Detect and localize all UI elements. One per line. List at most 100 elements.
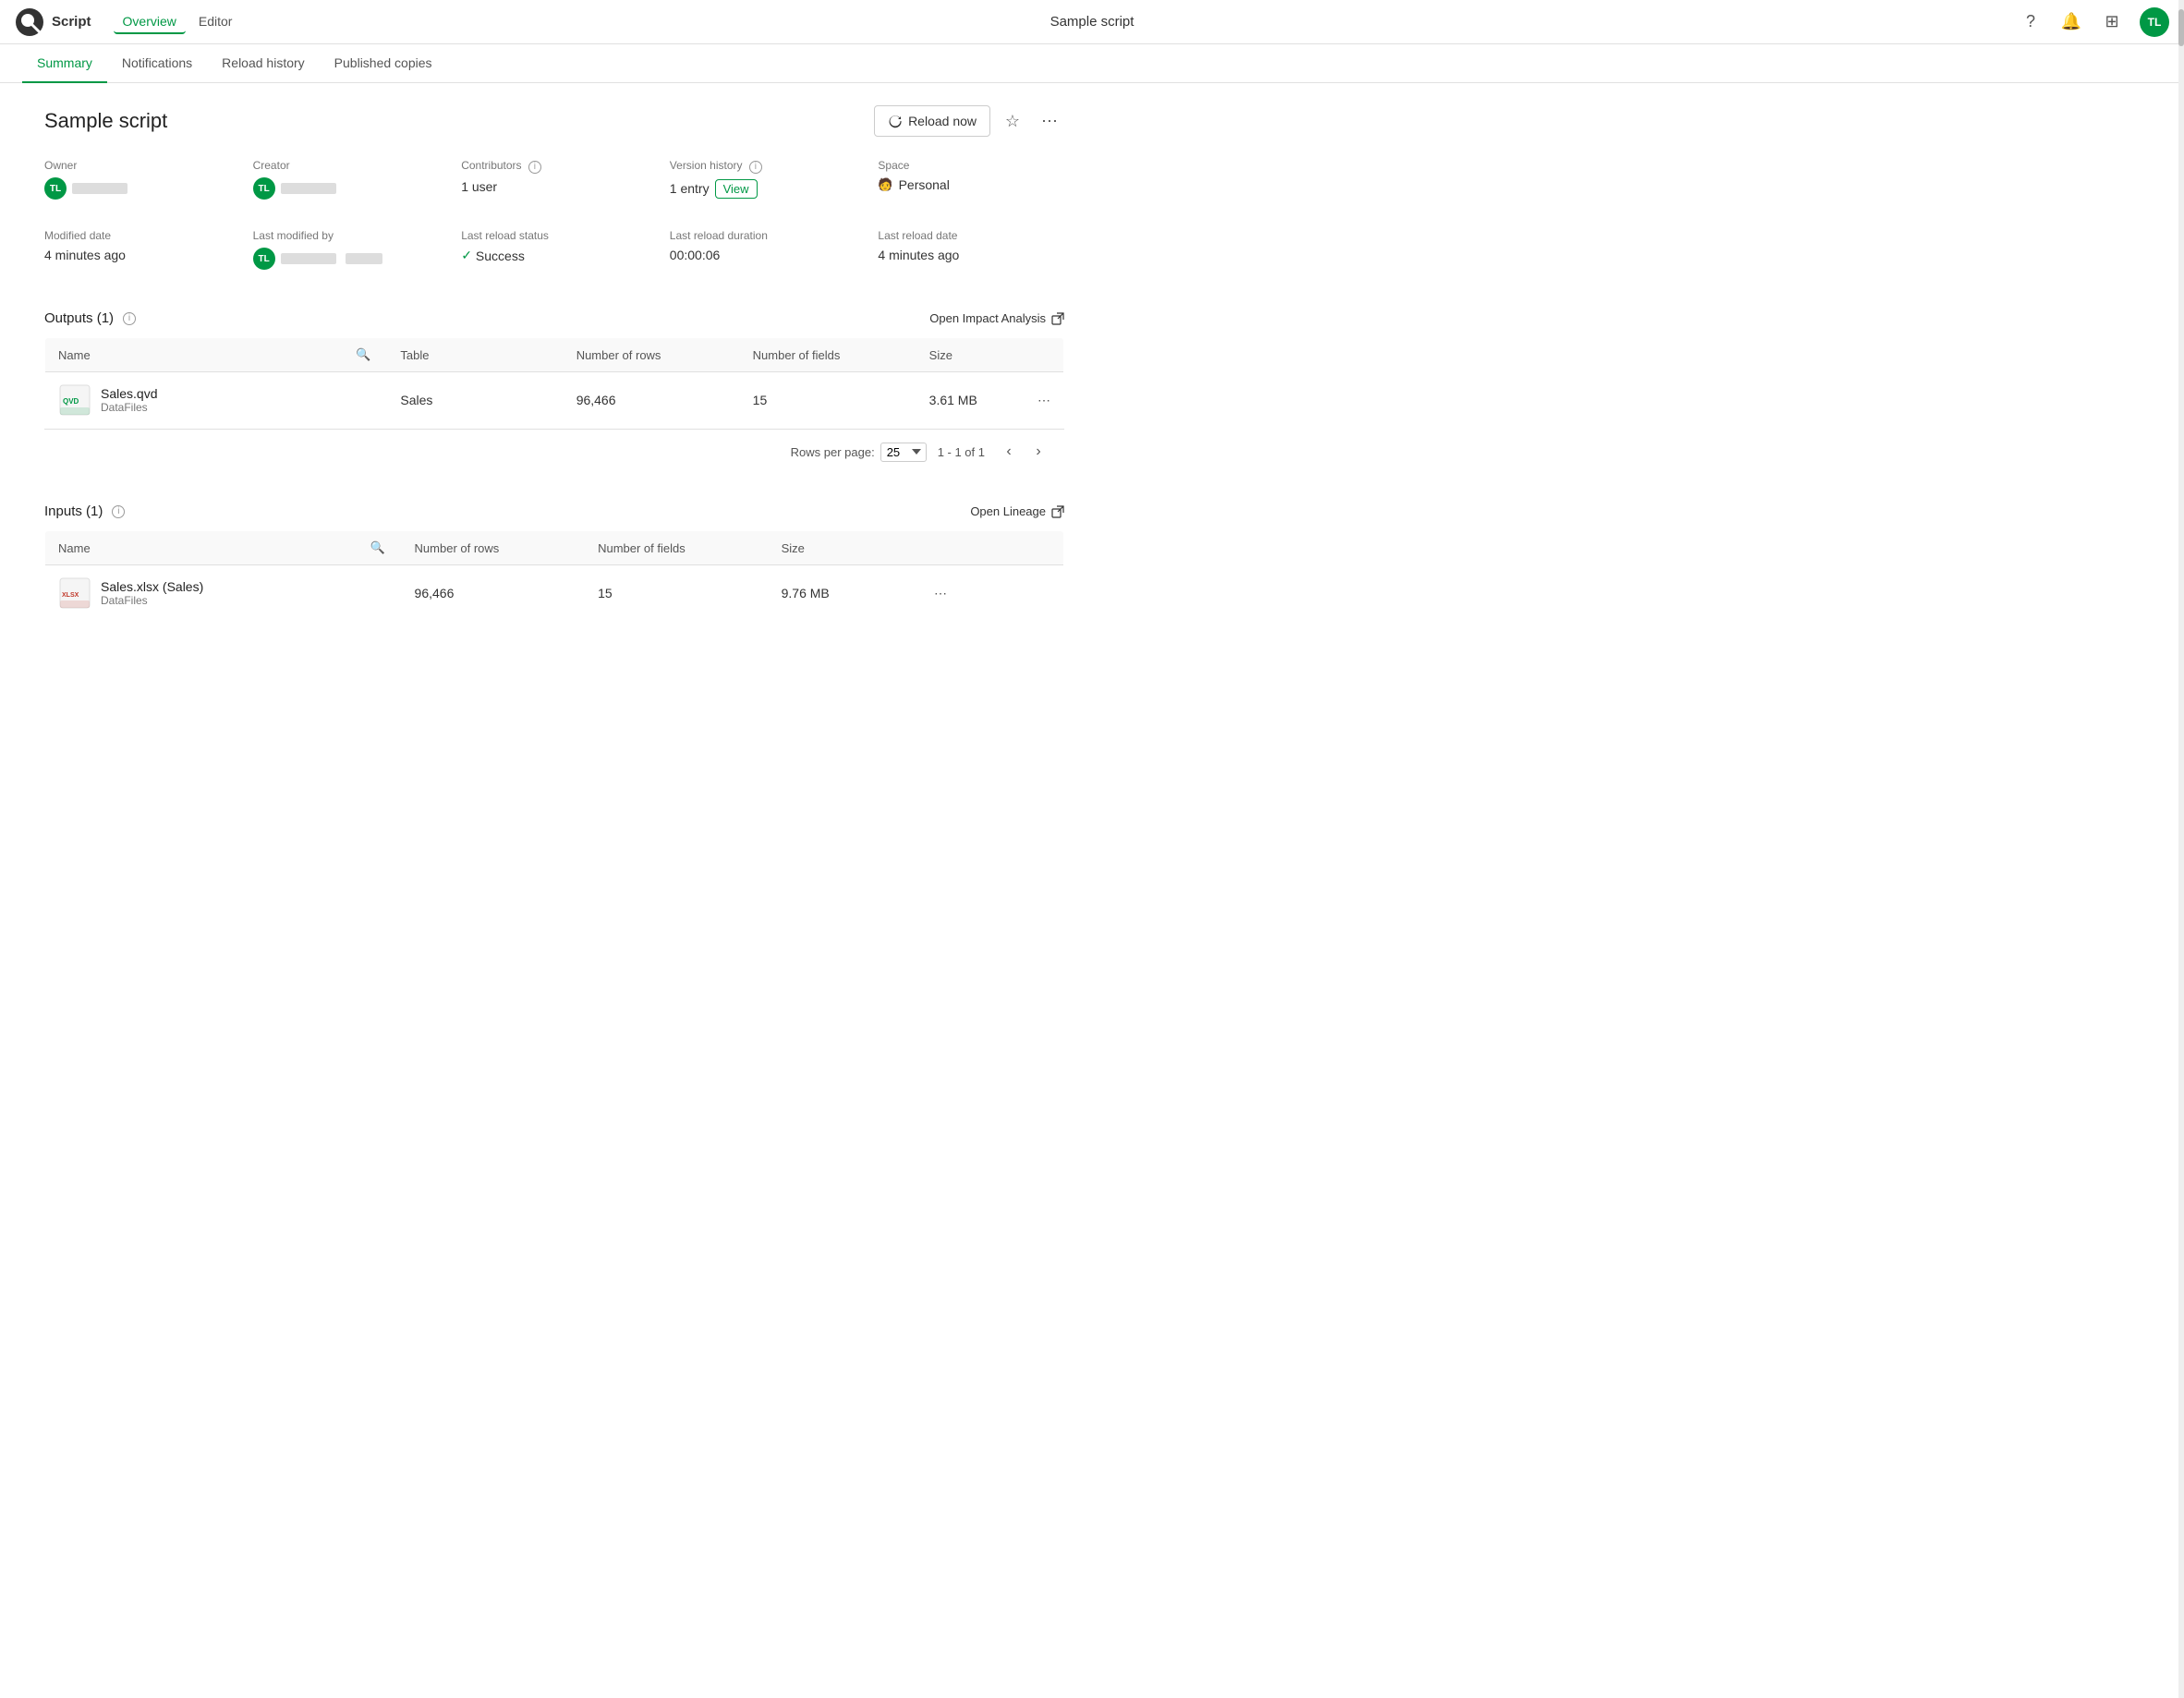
open-impact-analysis-button[interactable]: Open Impact Analysis	[929, 311, 1064, 325]
modifier-name-blurred	[281, 253, 336, 264]
output-file-location: DataFiles	[101, 401, 157, 414]
outputs-pagination: Rows per page: 25 50 100 1 - 1 of 1 ‹ ›	[44, 429, 1064, 474]
outputs-col-table: Table	[387, 338, 563, 372]
reload-now-button[interactable]: Reload now	[874, 105, 990, 137]
main-content: Sample script Reload now ☆ ⋯ Owner TL Cr…	[0, 83, 1109, 644]
page-title: Sample script	[44, 109, 167, 133]
pagination-arrows: ‹ ›	[996, 439, 1051, 465]
rows-per-page-select[interactable]: 25 50 100	[880, 443, 927, 462]
outputs-col-name: Name 🔍	[45, 338, 388, 372]
nav-editor[interactable]: Editor	[189, 10, 242, 34]
tab-notifications[interactable]: Notifications	[107, 44, 207, 83]
reload-now-label: Reload now	[908, 114, 977, 128]
metadata-row2: Modified date 4 minutes ago Last modifie…	[44, 229, 1064, 270]
owner-value: TL	[44, 177, 231, 200]
version-history-info-icon[interactable]: i	[749, 161, 762, 174]
reload-duration-value: 00:00:06	[670, 248, 856, 262]
outputs-section: Outputs (1) i Open Impact Analysis Name	[44, 310, 1064, 474]
input-file-name: Sales.xlsx (Sales)	[101, 579, 203, 594]
output-row-rows-cell: 96,466	[564, 372, 740, 429]
star-button[interactable]: ☆	[998, 106, 1027, 136]
last-reload-date-value: 4 minutes ago	[878, 248, 1064, 262]
tab-summary[interactable]: Summary	[22, 44, 107, 83]
version-history-field: Version history i 1 entry View	[670, 159, 856, 200]
output-file-name: Sales.qvd	[101, 386, 157, 401]
outputs-name-search-icon[interactable]: 🔍	[356, 347, 374, 362]
inputs-col-name: Name 🔍	[45, 531, 402, 565]
space-value: 🧑 Personal	[878, 177, 1064, 192]
nav-overview[interactable]: Overview	[114, 10, 186, 34]
modified-date-field: Modified date 4 minutes ago	[44, 229, 231, 270]
page-header: Sample script Reload now ☆ ⋯	[44, 105, 1064, 137]
more-options-button[interactable]: ⋯	[1035, 106, 1064, 136]
contributors-value: 1 user	[461, 179, 648, 194]
reload-duration-label: Last reload duration	[670, 229, 856, 242]
outputs-col-fields: Number of fields	[740, 338, 916, 372]
inputs-col-size: Size	[769, 531, 921, 565]
outputs-col-actions	[1025, 338, 1064, 372]
inputs-section-header: Inputs (1) i Open Lineage	[44, 503, 1064, 519]
input-row-more-icon[interactable]: ⋯	[934, 586, 947, 600]
scrollbar[interactable]	[2178, 0, 2184, 1698]
version-history-view-link[interactable]: View	[715, 179, 758, 199]
output-row-more-icon[interactable]: ⋯	[1037, 393, 1050, 407]
scroll-thumb[interactable]	[2178, 9, 2184, 46]
rows-per-page-control: Rows per page: 25 50 100	[791, 443, 927, 462]
prev-page-button[interactable]: ‹	[996, 439, 1022, 465]
output-row-fields-cell: 15	[740, 372, 916, 429]
owner-field: Owner TL	[44, 159, 231, 200]
inputs-name-search-icon[interactable]: 🔍	[370, 540, 389, 555]
table-row: QVD Sales.qvd DataFiles Sales 96,466	[45, 372, 1064, 429]
input-row-name-cell: XLSX Sales.xlsx (Sales) DataFiles	[45, 565, 402, 622]
space-icon: 🧑	[878, 177, 892, 192]
modified-date-label: Modified date	[44, 229, 231, 242]
last-modified-by-field: Last modified by TL	[253, 229, 440, 270]
header-actions: Reload now ☆ ⋯	[874, 105, 1064, 137]
owner-label: Owner	[44, 159, 231, 172]
outputs-table-header: Name 🔍 Table Number of rows Number of fi…	[45, 338, 1064, 372]
inputs-col-rows: Number of rows	[402, 531, 586, 565]
input-file-info: Sales.xlsx (Sales) DataFiles	[101, 579, 203, 607]
outputs-info-icon[interactable]: i	[123, 312, 136, 325]
inputs-title: Inputs (1) i	[44, 503, 125, 519]
notifications-icon[interactable]: 🔔	[2058, 9, 2084, 35]
contributors-info-icon[interactable]: i	[528, 161, 541, 174]
input-row-rows-cell: 96,466	[402, 565, 586, 622]
outputs-col-rows: Number of rows	[564, 338, 740, 372]
last-reload-date-label: Last reload date	[878, 229, 1064, 242]
owner-name-blurred	[72, 183, 127, 194]
contributors-label: Contributors i	[461, 159, 648, 174]
table-row: XLSX Sales.xlsx (Sales) DataFiles 96,466…	[45, 565, 1064, 622]
inputs-table-header: Name 🔍 Number of rows Number of fields S…	[45, 531, 1064, 565]
owner-avatar: TL	[44, 177, 67, 200]
qlik-logo-icon	[15, 7, 44, 37]
reload-status-value: ✓ Success	[461, 248, 648, 263]
xlsx-file-icon: XLSX	[58, 576, 91, 610]
inputs-section: Inputs (1) i Open Lineage Name 🔍	[44, 503, 1064, 622]
tab-published-copies[interactable]: Published copies	[320, 44, 447, 83]
tab-reload-history[interactable]: Reload history	[207, 44, 320, 83]
creator-avatar: TL	[253, 177, 275, 200]
center-title: Sample script	[1050, 14, 1134, 30]
user-avatar[interactable]: TL	[2140, 7, 2169, 37]
reload-icon	[888, 114, 903, 128]
creator-field: Creator TL	[253, 159, 440, 200]
external-link-icon	[1051, 312, 1064, 325]
help-icon[interactable]: ?	[2018, 9, 2044, 35]
modified-date-value: 4 minutes ago	[44, 248, 231, 262]
space-label: Space	[878, 159, 1064, 172]
next-page-button[interactable]: ›	[1025, 439, 1051, 465]
open-lineage-button[interactable]: Open Lineage	[970, 504, 1064, 518]
lineage-external-link-icon	[1051, 505, 1064, 518]
space-field: Space 🧑 Personal	[878, 159, 1064, 200]
version-history-label: Version history i	[670, 159, 856, 174]
outputs-col-size: Size	[916, 338, 1025, 372]
outputs-title: Outputs (1) i	[44, 310, 136, 326]
inputs-table: Name 🔍 Number of rows Number of fields S…	[44, 530, 1064, 622]
metadata-row1: Owner TL Creator TL Contributors i 1 use…	[44, 159, 1064, 200]
apps-icon[interactable]: ⊞	[2099, 9, 2125, 35]
creator-name-blurred	[281, 183, 336, 194]
output-row-actions-cell: ⋯	[1025, 372, 1064, 429]
top-nav-right: ? 🔔 ⊞ TL	[2018, 7, 2169, 37]
inputs-info-icon[interactable]: i	[112, 505, 125, 518]
